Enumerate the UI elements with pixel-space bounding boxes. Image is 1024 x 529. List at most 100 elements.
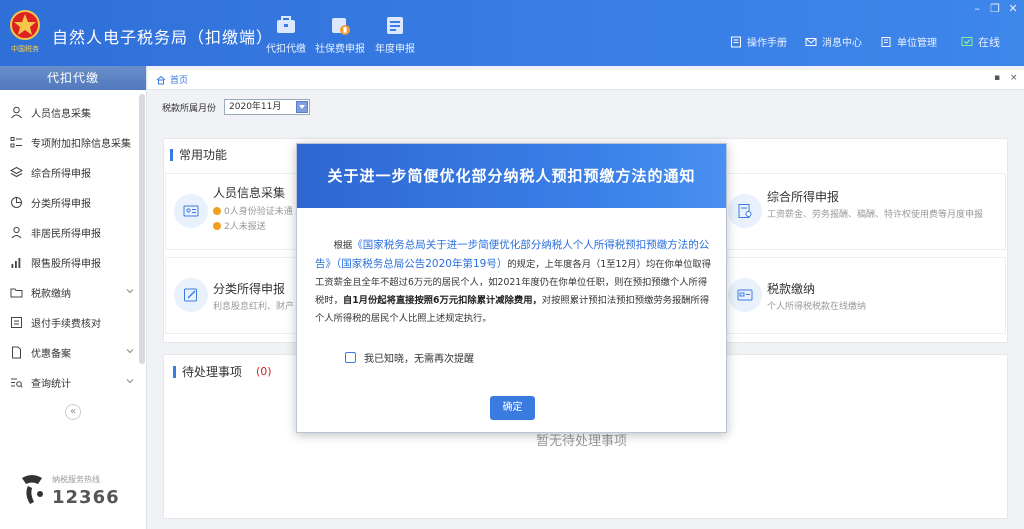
chevron-down-icon bbox=[126, 289, 134, 294]
sidebar-item-label: 税款缴纳 bbox=[31, 288, 71, 300]
tile-person-info[interactable]: 人员信息采集 0人身份验证未通 2人未报送 bbox=[165, 173, 305, 250]
dont-remind-row[interactable]: 我已知晓，无需再次提醒 bbox=[345, 350, 474, 365]
sidebar-item-label: 优惠备案 bbox=[31, 348, 71, 360]
hotline: 纳税服务热线 12366 bbox=[16, 470, 136, 510]
layers-icon bbox=[10, 166, 23, 177]
tab-home[interactable]: 首页 bbox=[156, 73, 188, 86]
tile-status-line: 0人身份验证未通 bbox=[213, 204, 293, 217]
sidebar-item-nonresident[interactable]: 非居民所得申报 bbox=[0, 217, 140, 247]
tile-desc: 利息股息红利、财产 bbox=[213, 302, 295, 312]
tax-period-row: 税款所属月份 2020年11月 bbox=[162, 99, 311, 115]
sidebar-item-comprehensive[interactable]: 综合所得申报 bbox=[0, 157, 140, 187]
sidebar-header: 代扣代缴 bbox=[0, 66, 146, 90]
briefcase-icon bbox=[277, 16, 295, 33]
hotline-label: 纳税服务热线 bbox=[52, 475, 100, 484]
tax-period-select[interactable]: 2020年11月 bbox=[224, 99, 311, 115]
title-bar: 中国税务 自然人电子税务局（扣缴端） 代扣代缴 社保费申报 年度申报 操作手册 … bbox=[0, 0, 1024, 66]
section-accent-bar bbox=[170, 148, 173, 161]
dropdown-arrow-icon[interactable] bbox=[296, 101, 309, 113]
tax-period-label: 税款所属月份 bbox=[162, 103, 217, 114]
dont-remind-checkbox[interactable] bbox=[345, 352, 356, 363]
top-tool-label: 年度申报 bbox=[375, 44, 415, 55]
message-center-label: 消息中心 bbox=[822, 38, 862, 49]
sidebar-scrollbar[interactable] bbox=[139, 94, 145, 364]
warning-dot-icon bbox=[213, 206, 221, 215]
chevron-down-icon bbox=[126, 379, 134, 384]
tax-period-value: 2020年11月 bbox=[229, 102, 282, 112]
tab-bar: 首页 ▪ × bbox=[148, 70, 1024, 90]
sidebar-item-restricted-stock[interactable]: 限售股所得申报 bbox=[0, 247, 140, 277]
tile-status-line: 2人未报送 bbox=[213, 219, 266, 232]
checklist-icon bbox=[11, 316, 22, 328]
sidebar-item-label: 综合所得申报 bbox=[31, 168, 91, 180]
sidebar-item-classified[interactable]: 分类所得申报 bbox=[0, 187, 140, 217]
top-tool-withholding[interactable]: 代扣代缴 bbox=[256, 14, 316, 55]
sidebar-collapse-button[interactable]: « bbox=[65, 404, 81, 420]
list-icon bbox=[10, 136, 22, 147]
tab-close-button[interactable]: × bbox=[1010, 73, 1018, 83]
unit-management-label: 单位管理 bbox=[897, 38, 937, 49]
top-tool-social-security[interactable]: 社保费申报 bbox=[310, 14, 370, 55]
sidebar-item-person-info[interactable]: 人员信息采集 bbox=[0, 97, 140, 127]
logo-text: 中国税务 bbox=[11, 45, 39, 53]
tile-title: 人员信息采集 bbox=[213, 186, 286, 200]
building-icon bbox=[881, 36, 891, 47]
unit-management-button[interactable]: 单位管理 bbox=[880, 34, 937, 49]
tile-comprehensive[interactable]: 综合所得申报 工资薪金、劳务报酬、稿酬、特许权使用费等月度申报 bbox=[719, 173, 1006, 250]
sidebar-item-label: 人员信息采集 bbox=[31, 108, 91, 120]
online-icon bbox=[961, 37, 973, 46]
restore-button[interactable]: ❐ bbox=[988, 2, 1002, 15]
sidebar-item-preferential-filing[interactable]: 优惠备案 bbox=[0, 337, 140, 367]
common-functions-title: 常用功能 bbox=[170, 146, 227, 163]
close-button[interactable]: ✕ bbox=[1006, 2, 1020, 15]
top-tool-annual[interactable]: 年度申报 bbox=[365, 14, 425, 55]
notice-modal: 关于进一步简便优化部分纳税人预扣预缴方法的通知 根据《国家税务总局关于进一步简便… bbox=[296, 143, 727, 433]
manual-label: 操作手册 bbox=[747, 38, 787, 49]
sidebar-item-label: 查询统计 bbox=[31, 378, 71, 390]
tile-desc: 个人所得税税款在线缴纳 bbox=[767, 302, 867, 312]
ok-button[interactable]: 确定 bbox=[490, 396, 535, 420]
section-accent-bar bbox=[173, 365, 176, 378]
sidebar-item-label: 专项附加扣除信息采集 bbox=[31, 138, 131, 150]
dont-remind-label: 我已知晓，无需再次提醒 bbox=[364, 354, 474, 365]
tile-title: 分类所得申报 bbox=[213, 282, 286, 296]
bar-chart-icon bbox=[11, 257, 21, 268]
payment-card-icon bbox=[737, 289, 753, 301]
sidebar-item-special-deduction[interactable]: 专项附加扣除信息采集 bbox=[0, 127, 140, 157]
sidebar-item-query-stats[interactable]: 查询统计 bbox=[0, 367, 140, 397]
modal-title: 关于进一步简便优化部分纳税人预扣预缴方法的通知 bbox=[297, 144, 726, 208]
online-status[interactable]: 在线 bbox=[961, 34, 1000, 50]
online-label: 在线 bbox=[978, 36, 1000, 49]
folder-icon bbox=[10, 288, 23, 297]
message-center-button[interactable]: 消息中心 bbox=[805, 34, 862, 49]
sidebar-item-label: 退付手续费核对 bbox=[31, 318, 101, 330]
sidebar-item-refund-fee[interactable]: 退付手续费核对 bbox=[0, 307, 140, 337]
annual-report-icon bbox=[387, 17, 403, 34]
tile-title: 税款缴纳 bbox=[767, 282, 816, 296]
hotline-number: 12366 bbox=[52, 487, 120, 508]
minimize-button[interactable]: – bbox=[970, 2, 984, 15]
tile-classified[interactable]: 分类所得申报 利息股息红利、财产 bbox=[165, 257, 305, 334]
sidebar-item-label: 限售股所得申报 bbox=[31, 258, 101, 270]
tile-icon-bg bbox=[174, 278, 208, 312]
tile-title: 综合所得申报 bbox=[767, 190, 840, 204]
manual-button[interactable]: 操作手册 bbox=[730, 34, 787, 49]
sidebar-item-tax-payment[interactable]: 税款缴纳 bbox=[0, 277, 140, 307]
id-card-icon bbox=[183, 205, 199, 217]
tile-tax-payment[interactable]: 税款缴纳 个人所得税税款在线缴纳 bbox=[719, 257, 1006, 334]
edit-icon bbox=[184, 288, 197, 302]
tile-icon-bg bbox=[728, 194, 762, 228]
pending-title: 待处理事项 (0) bbox=[173, 363, 272, 380]
modal-body: 根据《国家税务总局关于进一步简便优化部分纳税人个人所得税预扣预缴方法的公告》（国… bbox=[315, 236, 712, 328]
pie-icon bbox=[11, 196, 22, 208]
tab-restore-button[interactable]: ▪ bbox=[994, 73, 1000, 83]
pending-title-text: 待处理事项 bbox=[182, 365, 243, 379]
manual-icon bbox=[731, 36, 741, 47]
tile-icon-bg bbox=[728, 278, 762, 312]
warning-dot-icon bbox=[213, 221, 221, 230]
sidebar-item-label: 分类所得申报 bbox=[31, 198, 91, 210]
chevron-down-icon bbox=[126, 349, 134, 354]
home-icon bbox=[156, 75, 166, 84]
social-security-icon bbox=[332, 18, 350, 35]
report-gear-icon bbox=[738, 204, 752, 218]
